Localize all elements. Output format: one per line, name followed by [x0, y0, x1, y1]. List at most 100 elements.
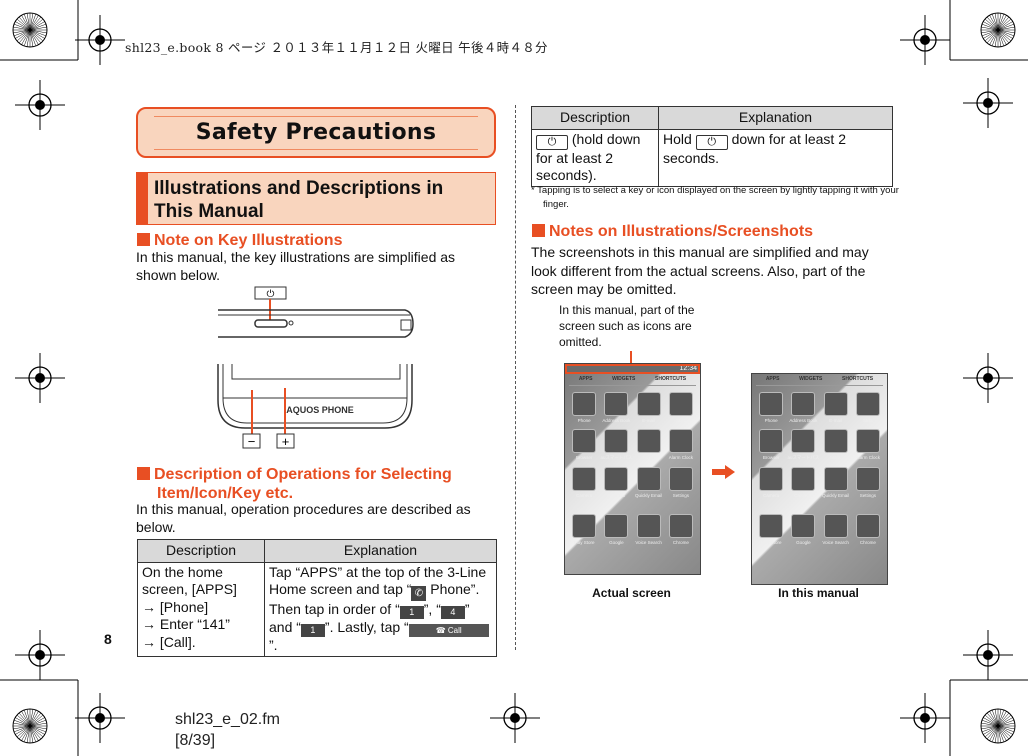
- app-label: Browser: [575, 455, 593, 460]
- app-label: Alarm Clock: [668, 455, 693, 460]
- key-1-icon: 1: [399, 606, 424, 619]
- app-label: Quickly Email: [634, 493, 663, 498]
- app-icon: Phone: [755, 392, 787, 423]
- volume-up-key-icon: +: [282, 434, 290, 449]
- app-icon: auスマートパス: [600, 429, 632, 461]
- app-icon: Camera: [568, 467, 600, 498]
- key-note-heading: Note on Key Illustrations: [137, 231, 342, 250]
- screenshot-annotation: In this manual, part of the screen such …: [559, 303, 695, 349]
- key-1-icon: 1: [300, 624, 325, 637]
- app-label: SMS: [862, 418, 873, 423]
- app-label: Play Store: [760, 540, 782, 545]
- footnote: * Tapping is to select a key or icon dis…: [531, 185, 899, 210]
- app-label: Settings: [672, 493, 689, 498]
- app-label: Address Book: [789, 418, 818, 423]
- screen-tab: APPS: [765, 376, 780, 382]
- screen-tab: WIDGETS: [799, 376, 823, 382]
- app-icon: Voice Search: [633, 514, 665, 545]
- app-label: Camera: [763, 493, 780, 498]
- app-icon: Phone: [568, 392, 600, 423]
- app-icon: Play Store: [568, 514, 600, 545]
- app-label: E-mail: [829, 418, 842, 423]
- manual-screen-image: APPS WIDGETS SHORTCUTS Phone Address Book E-m…: [751, 373, 888, 585]
- app-label: auスマートパス: [600, 455, 633, 460]
- footer-pages: [8/39]: [175, 732, 216, 749]
- power-key-icon: ⏻: [695, 134, 728, 150]
- volume-down-key-icon: −: [248, 434, 256, 449]
- screen-tab: SHORTCUTS: [655, 376, 687, 382]
- status-bar: 12:34: [565, 364, 700, 374]
- app-label: Google: [796, 540, 811, 545]
- app-icon: Maps: [633, 429, 665, 461]
- app-label: Phone: [577, 418, 591, 423]
- phone-app-icon: ✆: [411, 586, 427, 601]
- arrow-right-icon: [712, 465, 735, 479]
- app-icon: Calendar: [787, 467, 819, 498]
- app-icon: Google: [787, 514, 819, 545]
- print-header: shl23_e.book 8 ページ ２０１３年１１月１２日 火曜日 午後４時４…: [125, 40, 548, 55]
- app-label: Play Store: [573, 540, 595, 545]
- key-4-icon: 4: [440, 606, 465, 619]
- app-label: SMS: [675, 418, 686, 423]
- table-header: Description: [531, 106, 659, 130]
- app-icon: Quickly Email: [820, 467, 852, 498]
- app-label: Maps: [830, 455, 842, 460]
- title-banner: Safety Precautions: [136, 107, 496, 158]
- app-icon: Calendar: [600, 467, 632, 498]
- app-icon: Chrome: [852, 514, 884, 545]
- table-header: Description: [137, 539, 265, 563]
- description-cell: On the home screen, [APPS] → [Phone] → Ent…: [137, 561, 265, 657]
- operations-heading: Description of Operations for Selecting …: [137, 465, 512, 503]
- table-row: On the home screen, [APPS] → [Phone] → Ent…: [137, 561, 497, 657]
- description-cell: ⏻ (hold down for at least 2 seconds).: [531, 128, 659, 187]
- app-icon: SMS: [852, 392, 884, 423]
- footer-filename: shl23_e_02.fm: [175, 711, 280, 728]
- app-label: auスマートパス: [787, 455, 820, 460]
- app-icon: Browser: [755, 429, 787, 461]
- app-icon: Address Book: [600, 392, 632, 423]
- app-icon: Settings: [665, 467, 697, 498]
- section-title: Illustrations and Descriptions in This M…: [154, 178, 444, 222]
- app-label: Google: [609, 540, 624, 545]
- caption-actual-screen: Actual screen: [592, 586, 671, 600]
- actual-screen-image: 12:34 APPS WIDGETS SHORTCUTS Phone Address B…: [564, 363, 701, 575]
- app-icon: Alarm Clock: [665, 429, 697, 461]
- app-icon: Camera: [755, 467, 787, 498]
- table-row: ⏻ (hold down for at least 2 seconds). Ho…: [531, 128, 893, 187]
- app-label: Quickly Email: [821, 493, 850, 498]
- table-header: Explanation: [264, 539, 497, 563]
- app-icon: Browser: [568, 429, 600, 461]
- screen-tab: WIDGETS: [612, 376, 636, 382]
- app-label: Alarm Clock: [855, 455, 880, 460]
- page-number: 8: [104, 631, 112, 647]
- square-bullet-icon: [532, 224, 545, 237]
- screen-tab: SHORTCUTS: [842, 376, 874, 382]
- caption-in-manual: In this manual: [778, 586, 859, 600]
- explanation-cell: Tap “APPS” at the top of the 3-Line Home…: [264, 561, 497, 657]
- power-key-table: Description Explanation ⏻ (hold down for …: [531, 106, 893, 187]
- power-key-icon: ⏻: [267, 289, 275, 300]
- app-icon: Quickly Email: [633, 467, 665, 498]
- annotation-leader-line: [630, 351, 632, 363]
- key-note-body: In this manual, the key illustrations ar…: [136, 249, 456, 283]
- app-icon: auスマートパス: [787, 429, 819, 461]
- screen-tabs: APPS WIDGETS SHORTCUTS: [756, 376, 883, 386]
- app-label: Chrome: [672, 540, 689, 545]
- screen-tabs: APPS WIDGETS SHORTCUTS: [569, 376, 696, 386]
- app-label: Voice Search: [635, 540, 662, 545]
- app-icon: Address Book: [787, 392, 819, 423]
- key-illustration: ⏻ AQUOS PHONE − +: [217, 286, 414, 449]
- table-header: Explanation: [658, 106, 893, 130]
- square-bullet-icon: [137, 467, 150, 480]
- column-divider: [515, 105, 516, 650]
- screenshots-heading: Notes on Illustrations/Screenshots: [532, 222, 813, 241]
- call-button-icon: ☎ Call: [408, 624, 489, 637]
- app-label: Camera: [576, 493, 593, 498]
- app-icon: Settings: [852, 467, 884, 498]
- app-label: Maps: [643, 455, 655, 460]
- app-label: Phone: [764, 418, 778, 423]
- app-icon: Maps: [820, 429, 852, 461]
- app-icon: Chrome: [665, 514, 697, 545]
- app-icon: E-mail: [633, 392, 665, 423]
- app-icon: Voice Search: [820, 514, 852, 545]
